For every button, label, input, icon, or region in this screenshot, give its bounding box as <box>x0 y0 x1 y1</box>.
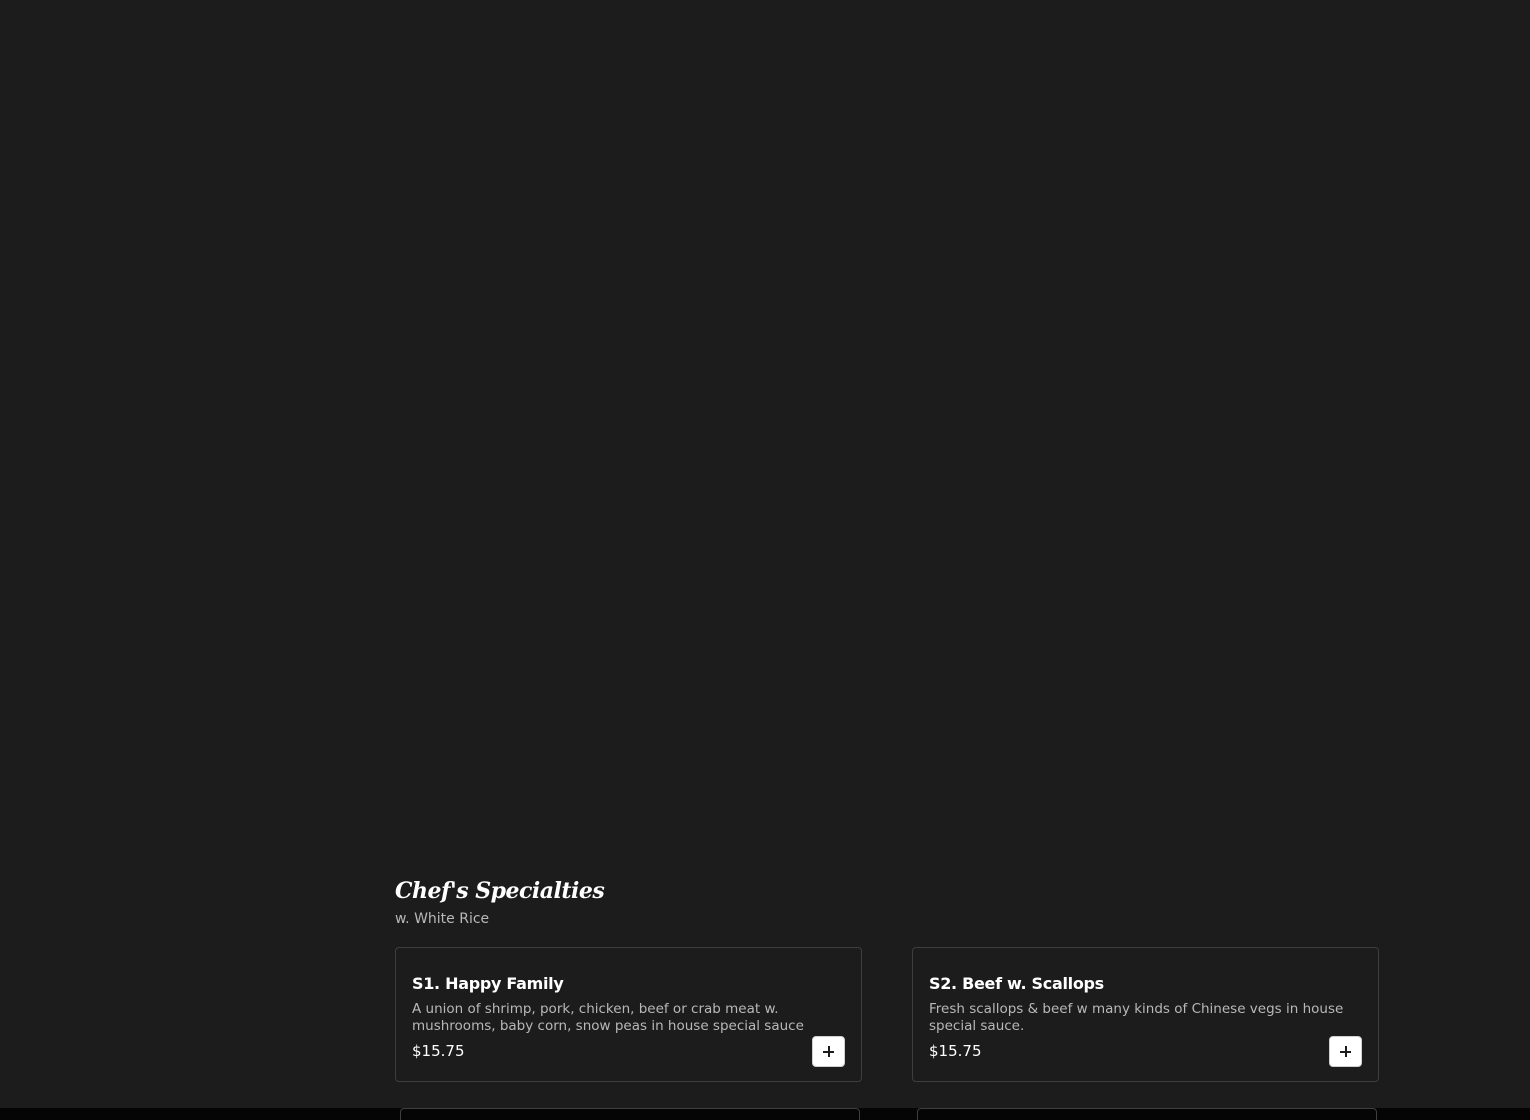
add-to-cart-button[interactable] <box>1329 1036 1362 1067</box>
section-subtitle: w. White Rice <box>395 911 490 927</box>
menu-item-description: Fresh scallops & beef w many kinds of Ch… <box>929 1001 1344 1034</box>
add-to-cart-button[interactable] <box>812 1036 845 1067</box>
next-menu-item-card-edge <box>917 1108 1377 1120</box>
menu-item-name: S2. Beef w. Scallops <box>929 974 1104 993</box>
next-menu-item-card-edge <box>400 1108 860 1120</box>
section-title: Chef's Specialties <box>395 878 605 904</box>
menu-page: Chef's Specialties w. White Rice S1. Hap… <box>0 0 1530 1120</box>
menu-item-description: A union of shrimp, pork, chicken, beef o… <box>412 1001 804 1034</box>
menu-item-name: S1. Happy Family <box>412 974 564 993</box>
plus-icon <box>823 1046 834 1057</box>
plus-icon <box>1340 1046 1351 1057</box>
menu-item-price: $15.75 <box>929 1042 982 1060</box>
menu-section-chefs-specialties: Chef's Specialties w. White Rice S1. Hap… <box>395 876 1381 1082</box>
menu-item-price: $15.75 <box>412 1042 465 1060</box>
menu-item-card[interactable]: S1. Happy Family A union of shrimp, pork… <box>395 947 862 1082</box>
menu-item-card[interactable]: S2. Beef w. Scallops Fresh scallops & be… <box>912 947 1379 1082</box>
